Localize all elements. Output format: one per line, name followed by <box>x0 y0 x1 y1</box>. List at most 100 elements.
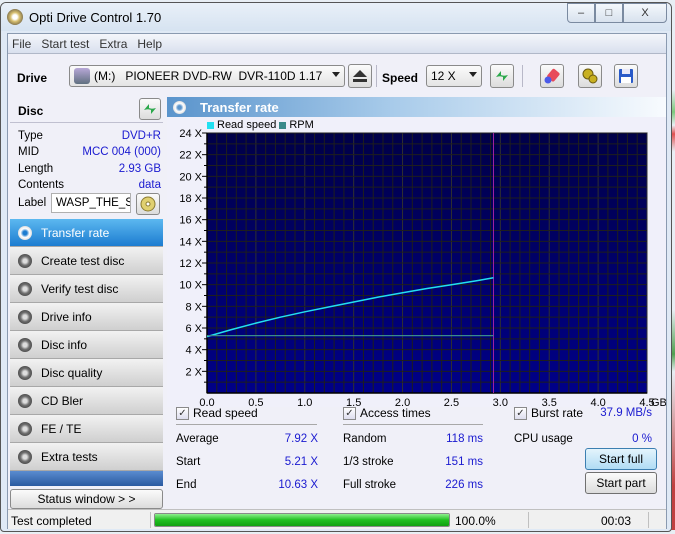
cpu-usage-label: CPU usage <box>514 433 573 445</box>
nav-transfer-rate[interactable]: Transfer rate <box>10 219 163 247</box>
access-times-checkbox[interactable]: ✓ Access times <box>343 406 431 420</box>
speed-select[interactable]: 12 X <box>426 65 482 87</box>
disc-test-icon <box>18 337 32 352</box>
start-full-button[interactable]: Start full <box>585 448 657 470</box>
start-part-button[interactable]: Start part <box>585 472 657 494</box>
access-times-checkbox-label: Access times <box>360 406 431 420</box>
maximize-button[interactable]: □ <box>595 3 623 23</box>
drive-select[interactable]: (M:) PIONEER DVD-RW DVR-110D 1.17 <box>69 65 345 87</box>
disc-info-label: MID <box>18 146 40 158</box>
nav-label: Verify test disc <box>41 281 119 296</box>
label-caption: Label <box>18 197 47 209</box>
drive-label: Drive <box>17 71 48 85</box>
results-panel: ✓ Read speed Average 7.92 X Start 5.21 X… <box>167 402 666 509</box>
y-tick-label: 24 X <box>179 128 202 140</box>
disc-info-row: Length 2.93 GB <box>18 163 161 178</box>
disc-label-field[interactable]: WASP_THE_STI <box>51 193 131 213</box>
optical-drive-icon <box>74 68 90 84</box>
nav-disc-info[interactable]: Disc info <box>10 331 163 359</box>
stat-label: 1/3 stroke <box>343 456 394 468</box>
read-speed-checkbox-label: Read speed <box>193 406 258 420</box>
nav-label: Disc info <box>41 337 88 352</box>
nav-drive-info[interactable]: Drive info <box>10 303 163 331</box>
minimize-button[interactable]: ‒ <box>567 3 595 23</box>
read-speed-checkbox[interactable]: ✓ Read speed <box>176 406 258 420</box>
divider <box>343 424 483 425</box>
checkbox-check-icon: ✓ <box>343 406 356 420</box>
nav-create-test-disc[interactable]: Create test disc <box>10 247 163 275</box>
save-button[interactable] <box>614 64 638 88</box>
nav-label: CD Bler <box>41 393 84 408</box>
burst-rate-checkbox[interactable]: ✓ Burst rate <box>514 406 583 420</box>
erase-button[interactable] <box>540 64 564 88</box>
status-divider <box>150 512 151 528</box>
cd-icon <box>140 196 156 212</box>
nav-disc-quality[interactable]: Disc quality <box>10 359 163 387</box>
nav-label: Disc quality <box>41 365 103 380</box>
menu-file[interactable]: File <box>12 37 31 51</box>
stat-label: Random <box>343 433 387 445</box>
toolbar-separator <box>522 65 523 87</box>
app-window: Opti Drive Control 1.70 ‒ □ X File Start… <box>0 2 672 532</box>
disc-test-icon <box>18 309 32 324</box>
stat-value: 151 ms <box>445 456 483 468</box>
nav-verify-test-disc[interactable]: Verify test disc <box>10 275 163 303</box>
nav-cd-bler[interactable]: CD Bler <box>10 387 163 415</box>
disc-test-icon <box>18 393 32 408</box>
stat-value: 10.63 X <box>278 479 318 491</box>
eraser-icon <box>544 68 560 84</box>
status-window-button[interactable]: Status window > > <box>10 489 163 509</box>
disc-info-row: MID MCC 004 (000) <box>18 146 161 161</box>
gears-icon <box>582 68 598 84</box>
toolbar: Drive (M:) PIONEER DVD-RW DVR-110D 1.17 … <box>8 55 666 97</box>
y-tick-label: 12 X <box>179 258 202 270</box>
app-disc-icon <box>7 9 23 25</box>
refresh-arrows-icon <box>144 104 156 114</box>
status-divider <box>648 512 649 528</box>
test-navigation: Transfer rate Create test disc Verify te… <box>10 219 163 486</box>
nav-extra-tests[interactable]: Extra tests <box>10 443 163 471</box>
client-area: File Start test Extra Help Drive (M:) PI… <box>7 33 667 529</box>
transfer-rate-icon <box>173 100 186 114</box>
main-panel: Transfer rate Read speed RPM 2 X4 X6 X8 … <box>167 97 666 509</box>
stat-value: 5.21 X <box>284 456 318 468</box>
status-text: Test completed <box>11 514 92 528</box>
close-button[interactable]: X <box>623 3 667 23</box>
disc-test-icon <box>18 281 32 296</box>
progress-fill <box>155 514 449 526</box>
divider <box>176 424 317 425</box>
refresh-arrows-icon <box>496 71 508 81</box>
panel-title: Transfer rate <box>200 99 279 115</box>
status-divider <box>528 512 529 528</box>
y-tick-label: 18 X <box>179 193 202 205</box>
progress-percent: 100.0% <box>455 514 496 528</box>
burst-rate-checkbox-label: Burst rate <box>531 406 584 420</box>
elapsed-time: 00:03 <box>601 514 632 528</box>
stat-value: 7.92 X <box>284 433 318 445</box>
disc-info-value: MCC 004 (000) <box>82 146 161 158</box>
y-tick-label: 8 X <box>185 301 202 313</box>
status-bar: Test completed 100.0% 00:03 <box>8 509 666 529</box>
y-tick-label: 4 X <box>185 345 202 357</box>
menu-extra[interactable]: Extra <box>99 37 127 51</box>
disc-info-value: 2.93 GB <box>118 163 161 175</box>
eject-button[interactable] <box>348 64 372 88</box>
toolbar-separator <box>376 65 377 87</box>
refresh-speed-button[interactable] <box>490 64 514 88</box>
disc-refresh-button[interactable] <box>139 98 161 120</box>
checkbox-check-icon: ✓ <box>514 406 527 420</box>
nav-label: Extra tests <box>41 449 98 464</box>
speed-label: Speed <box>382 71 419 85</box>
burst-rate-value: 37.9 MB/s <box>600 407 652 419</box>
disc-info-row: Type DVD+R <box>18 130 161 145</box>
stat-label: Start <box>176 456 201 468</box>
floppy-disk-icon <box>619 69 633 83</box>
disc-info-label: Length <box>18 163 54 175</box>
stat-label: Full stroke <box>343 479 397 491</box>
settings-button[interactable] <box>578 64 602 88</box>
disc-label-button[interactable] <box>136 193 160 215</box>
nav-fe-te[interactable]: FE / TE <box>10 415 163 443</box>
disc-info-row: Contents data <box>18 179 161 194</box>
menu-help[interactable]: Help <box>137 37 162 51</box>
menu-start-test[interactable]: Start test <box>41 37 89 51</box>
